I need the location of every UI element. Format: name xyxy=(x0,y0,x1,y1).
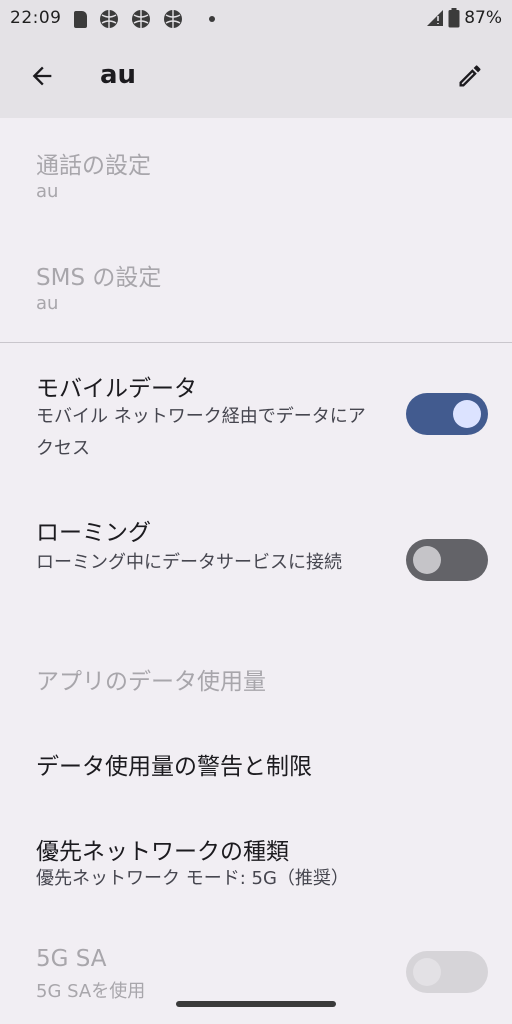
data-warning-item[interactable]: データ使用量の警告と制限 xyxy=(0,723,512,808)
ball-icon xyxy=(132,10,150,28)
app-bar: au xyxy=(0,38,512,118)
sms-settings-item[interactable]: SMS の設定 au xyxy=(0,230,512,342)
mobile-data-summary: モバイル ネットワーク経由でデータにアクセス xyxy=(36,406,366,459)
toggle-thumb xyxy=(453,400,481,428)
call-settings-title: 通話の設定 xyxy=(36,153,151,179)
pencil-icon xyxy=(459,65,481,87)
signal-icon xyxy=(427,10,444,26)
arrow-left-icon xyxy=(32,66,52,86)
roaming-summary: ローミング中にデータサービスに接続 xyxy=(36,552,342,573)
call-settings-summary: au xyxy=(36,181,59,202)
call-settings-item[interactable]: 通話の設定 au xyxy=(0,118,512,230)
page-title: au xyxy=(100,60,137,90)
roaming-title: ローミング xyxy=(36,520,151,546)
notification-icons xyxy=(74,9,215,29)
roaming-toggle[interactable] xyxy=(406,539,488,581)
mobile-data-title: モバイルデータ xyxy=(36,376,197,402)
network-type-summary: 優先ネットワーク モード: 5G（推奨） xyxy=(36,868,349,889)
dot-icon xyxy=(209,16,215,22)
app-data-usage-item[interactable]: アプリのデータ使用量 xyxy=(0,633,512,723)
edit-button[interactable] xyxy=(450,56,490,96)
app-data-usage-title: アプリのデータ使用量 xyxy=(36,669,266,695)
sms-settings-summary: au xyxy=(36,293,59,314)
toggle-thumb xyxy=(413,546,441,574)
status-right: 87% xyxy=(426,8,502,28)
network-type-item[interactable]: 優先ネットワークの種類 優先ネットワーク モード: 5G（推奨） xyxy=(0,808,512,920)
status-time: 22:09 xyxy=(10,8,62,28)
5g-sa-item[interactable]: 5G SA 5G SAを使用 xyxy=(0,920,512,1024)
5g-sa-toggle[interactable] xyxy=(406,951,488,993)
network-type-title: 優先ネットワークの種類 xyxy=(36,839,289,865)
data-warning-title: データ使用量の警告と制限 xyxy=(36,754,312,780)
battery-icon xyxy=(448,8,460,28)
mobile-data-item[interactable]: モバイルデータ モバイル ネットワーク経由でデータにアクセス xyxy=(0,343,512,483)
sd-card-icon xyxy=(74,10,87,28)
5g-sa-title: 5G SA xyxy=(36,946,107,972)
back-button[interactable] xyxy=(22,56,62,96)
gesture-bar[interactable] xyxy=(176,1001,336,1007)
ball-icon xyxy=(100,10,118,28)
5g-sa-summary: 5G SAを使用 xyxy=(36,981,146,1002)
battery-percent: 87% xyxy=(464,8,502,28)
status-bar: 22:09 87% xyxy=(0,0,512,38)
ball-icon xyxy=(164,10,182,28)
mobile-data-toggle[interactable] xyxy=(406,393,488,435)
toggle-thumb xyxy=(413,958,441,986)
roaming-item[interactable]: ローミング ローミング中にデータサービスに接続 xyxy=(0,483,512,633)
sms-settings-title: SMS の設定 xyxy=(36,265,162,291)
